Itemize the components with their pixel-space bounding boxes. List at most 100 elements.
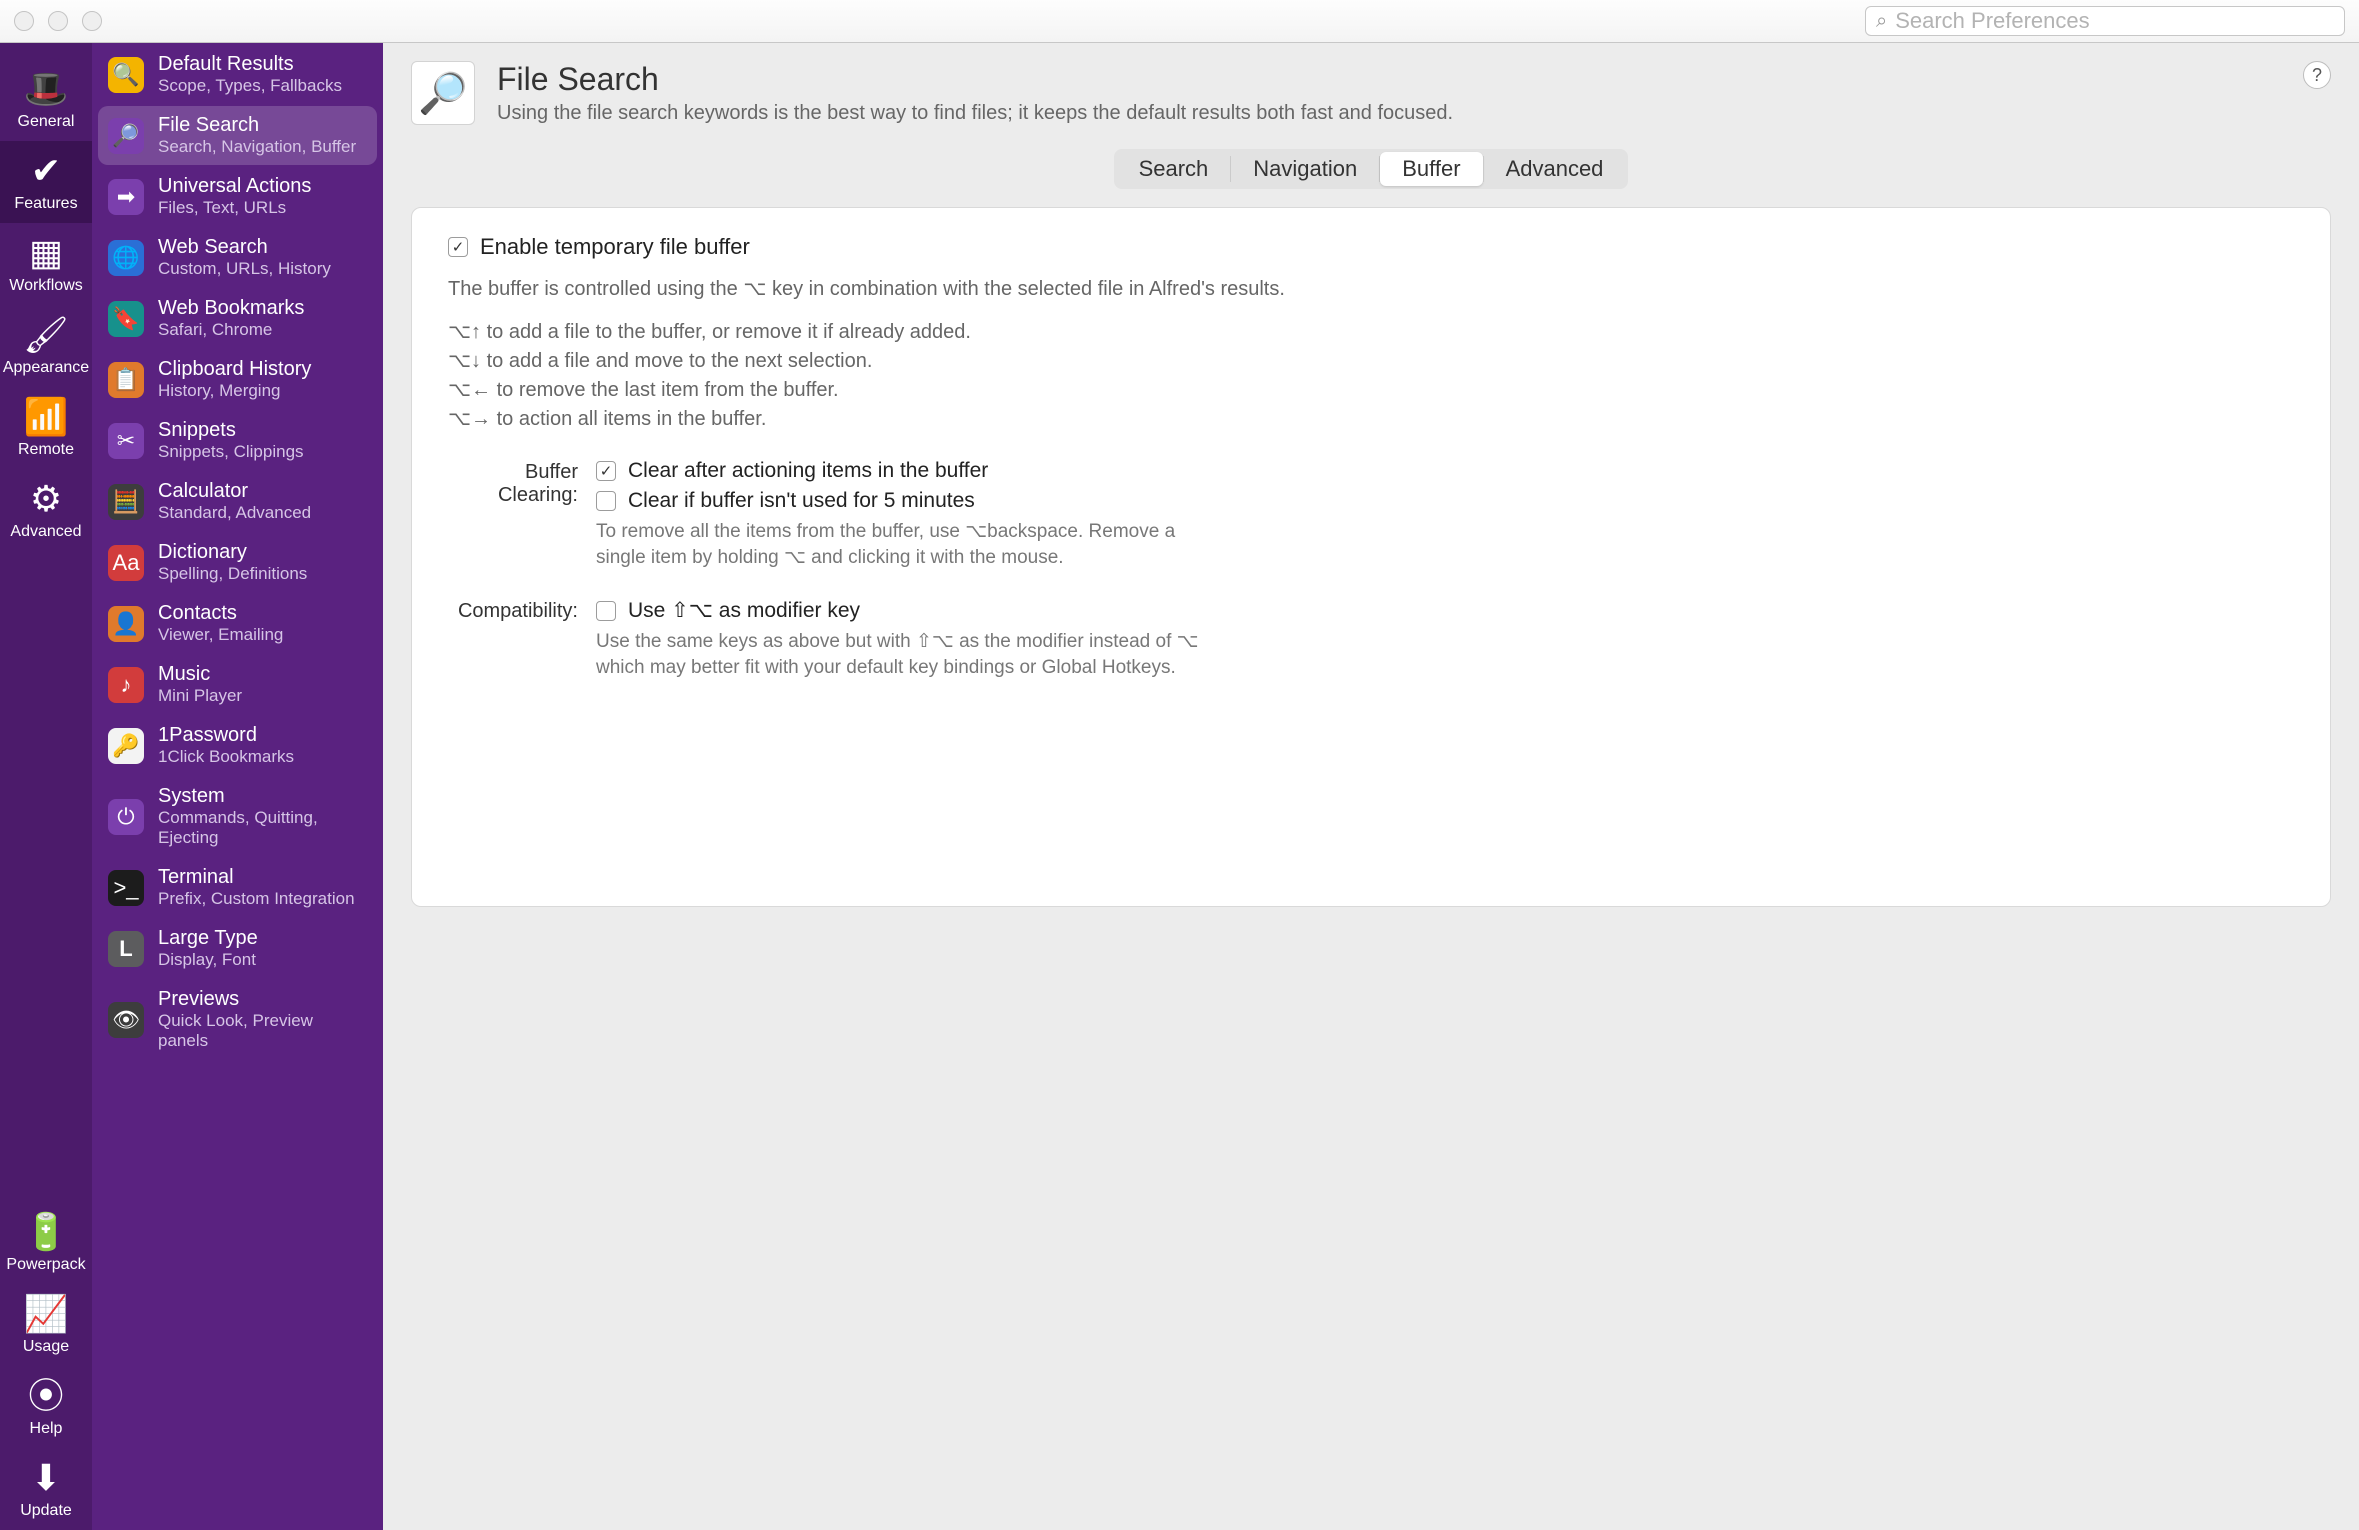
rail-label: Help xyxy=(30,1420,63,1438)
web-search-icon: 🌐 xyxy=(108,240,144,276)
clipboard-history-icon: 📋 xyxy=(108,362,144,398)
shortcut-line: ⌥↓ to add a file and move to the next se… xyxy=(448,348,2294,373)
feature-item-contacts[interactable]: 👤 Contacts Viewer, Emailing xyxy=(98,594,377,653)
titlebar: ⌕ xyxy=(0,0,2359,43)
rail-item-help[interactable]: ⦿ Help xyxy=(0,1366,92,1448)
general-icon: 🎩 xyxy=(24,71,69,107)
page-subtitle: Using the file search keywords is the be… xyxy=(497,102,1453,125)
large-type-icon: L xyxy=(108,931,144,967)
enable-buffer-label: Enable temporary file buffer xyxy=(480,234,750,260)
rail-item-usage[interactable]: 📈Usage xyxy=(0,1284,92,1366)
zoom-window-button[interactable] xyxy=(82,11,102,31)
web-bookmarks-icon: 🔖 xyxy=(108,301,144,337)
rail-label: Workflows xyxy=(9,277,83,295)
feature-subtitle: Search, Navigation, Buffer xyxy=(158,137,356,157)
feature-title: Contacts xyxy=(158,602,283,625)
buffer-settings-card: Enable temporary file buffer The buffer … xyxy=(411,207,2331,907)
feature-title: File Search xyxy=(158,114,356,137)
feature-item-terminal[interactable]: >_ Terminal Prefix, Custom Integration xyxy=(98,858,377,917)
preferences-search-input[interactable] xyxy=(1895,8,2334,34)
feature-title: 1Password xyxy=(158,724,294,747)
advanced-icon: ⚙ xyxy=(30,481,62,517)
feature-item-calculator[interactable]: 🧮 Calculator Standard, Advanced xyxy=(98,472,377,531)
minimize-window-button[interactable] xyxy=(48,11,68,31)
feature-item-web-bookmarks[interactable]: 🔖 Web Bookmarks Safari, Chrome xyxy=(98,289,377,348)
feature-title: Calculator xyxy=(158,480,311,503)
dictionary-icon: Aa xyxy=(108,545,144,581)
buffer-clearing-hint: To remove all the items from the buffer,… xyxy=(596,519,1216,570)
shortcut-line: ⌥↑ to add a file to the buffer, or remov… xyxy=(448,319,2294,344)
rail-item-features[interactable]: ✔Features xyxy=(0,141,92,223)
music-icon: ♪ xyxy=(108,667,144,703)
system-icon: ⏻ xyxy=(108,799,144,835)
feature-item-default-results[interactable]: 🔍 Default Results Scope, Types, Fallback… xyxy=(98,45,377,104)
remote-icon: 📶 xyxy=(24,399,69,435)
window-controls xyxy=(14,11,102,31)
shortcut-line: ⌥→ to action all items in the buffer. xyxy=(448,406,2294,431)
tab-buffer[interactable]: Buffer xyxy=(1380,152,1482,186)
feature-subtitle: Custom, URLs, History xyxy=(158,259,331,279)
workflows-icon: ▦ xyxy=(29,235,63,271)
search-icon: ⌕ xyxy=(1876,10,1887,33)
rail-item-powerpack[interactable]: 🔋Powerpack xyxy=(0,1202,92,1284)
feature-item-music[interactable]: ♪ Music Mini Player xyxy=(98,655,377,714)
clear-after-action-checkbox[interactable] xyxy=(596,461,616,481)
feature-title: Previews xyxy=(158,988,367,1011)
rail-item-remote[interactable]: 📶 Remote xyxy=(0,387,92,469)
feature-title: Dictionary xyxy=(158,541,307,564)
clear-idle-checkbox[interactable] xyxy=(596,491,616,511)
feature-subtitle: Commands, Quitting, Ejecting xyxy=(158,808,367,848)
rail-item-update[interactable]: ⬇Update xyxy=(0,1448,92,1530)
previews-icon: 👁 xyxy=(108,1002,144,1038)
rail-label: Appearance xyxy=(3,359,89,377)
feature-item-1password[interactable]: 🔑 1Password 1Click Bookmarks xyxy=(98,716,377,775)
rail-item-advanced[interactable]: ⚙ Advanced xyxy=(0,469,92,551)
feature-subtitle: Spelling, Definitions xyxy=(158,564,307,584)
feature-item-file-search[interactable]: 🔎 File Search Search, Navigation, Buffer xyxy=(98,106,377,165)
rail-label: Remote xyxy=(18,441,74,459)
feature-item-universal-actions[interactable]: ➡ Universal Actions Files, Text, URLs xyxy=(98,167,377,226)
clear-after-action-label: Clear after actioning items in the buffe… xyxy=(628,459,988,483)
clear-idle-label: Clear if buffer isn't used for 5 minutes xyxy=(628,489,975,513)
calculator-icon: 🧮 xyxy=(108,484,144,520)
close-window-button[interactable] xyxy=(14,11,34,31)
feature-title: Music xyxy=(158,663,242,686)
feature-title: Large Type xyxy=(158,927,258,950)
tab-search[interactable]: Search xyxy=(1117,152,1231,186)
feature-subtitle: Quick Look, Preview panels xyxy=(158,1011,367,1051)
feature-item-system[interactable]: ⏻ System Commands, Quitting, Ejecting xyxy=(98,777,377,856)
tab-advanced[interactable]: Advanced xyxy=(1484,152,1626,186)
rail-label: Advanced xyxy=(10,523,81,541)
compat-modifier-checkbox[interactable] xyxy=(596,601,616,621)
feature-item-snippets[interactable]: ✂ Snippets Snippets, Clippings xyxy=(98,411,377,470)
feature-title: Universal Actions xyxy=(158,175,311,198)
feature-subtitle: Standard, Advanced xyxy=(158,503,311,523)
help-icon: ⦿ xyxy=(28,1378,64,1414)
rail-item-appearance[interactable]: 🖌Appearance xyxy=(0,305,92,387)
buffer-intro-text: The buffer is controlled using the ⌥ key… xyxy=(448,276,2294,301)
rail-item-general[interactable]: 🎩General xyxy=(0,59,92,141)
default-results-icon: 🔍 xyxy=(108,57,144,93)
feature-item-web-search[interactable]: 🌐 Web Search Custom, URLs, History xyxy=(98,228,377,287)
tab-navigation[interactable]: Navigation xyxy=(1231,152,1379,186)
feature-item-previews[interactable]: 👁 Previews Quick Look, Preview panels xyxy=(98,980,377,1059)
feature-subtitle: Files, Text, URLs xyxy=(158,198,311,218)
main-header: 🔎 File Search Using the file search keyw… xyxy=(383,43,2359,139)
feature-item-dictionary[interactable]: Aa Dictionary Spelling, Definitions xyxy=(98,533,377,592)
feature-item-clipboard-history[interactable]: 📋 Clipboard History History, Merging xyxy=(98,350,377,409)
feature-title: System xyxy=(158,785,367,808)
help-button[interactable]: ? xyxy=(2303,61,2331,89)
feature-subtitle: Mini Player xyxy=(158,686,242,706)
1password-icon: 🔑 xyxy=(108,728,144,764)
compatibility-label: Compatibility: xyxy=(448,598,578,698)
feature-item-large-type[interactable]: L Large Type Display, Font xyxy=(98,919,377,978)
feature-subtitle: History, Merging xyxy=(158,381,311,401)
enable-buffer-checkbox[interactable] xyxy=(448,237,468,257)
rail-item-workflows[interactable]: ▦ Workflows xyxy=(0,223,92,305)
contacts-icon: 👤 xyxy=(108,606,144,642)
powerpack-icon: 🔋 xyxy=(24,1214,69,1250)
terminal-icon: >_ xyxy=(108,870,144,906)
features-list: 🔍 Default Results Scope, Types, Fallback… xyxy=(92,43,383,1530)
file-search-icon: 🔎 xyxy=(108,118,144,154)
preferences-search[interactable]: ⌕ xyxy=(1865,6,2345,36)
